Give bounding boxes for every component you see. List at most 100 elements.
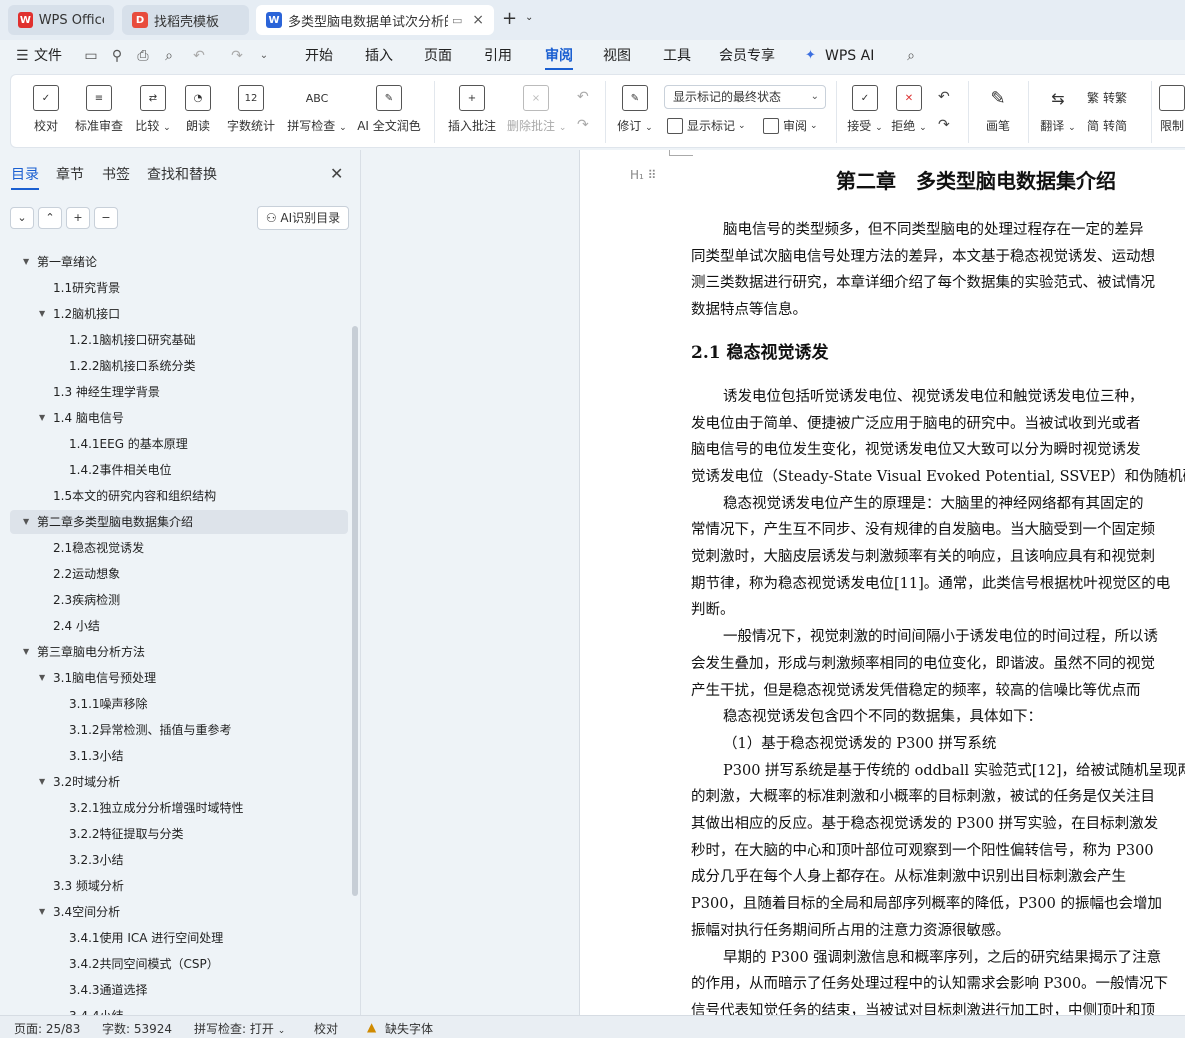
- prev-comment-icon[interactable]: ↶: [577, 89, 589, 105]
- expand-triangle-icon[interactable]: ▼: [39, 302, 45, 326]
- toc-item[interactable]: 3.1.3小结: [69, 744, 124, 768]
- toc-item[interactable]: ▼ 1.4 脑电信号: [39, 406, 124, 430]
- review-pane-button[interactable]: 审阅 ⌄: [763, 117, 818, 134]
- collapse-level-button[interactable]: −: [94, 207, 118, 229]
- toc-item[interactable]: 3.2.1独立成分分析增强时域特性: [69, 796, 244, 820]
- nav-tab-sections[interactable]: 章节: [56, 164, 84, 184]
- reject-button[interactable]: ✕ 拒绝 ⌄: [889, 83, 929, 143]
- toc-item[interactable]: 1.4.2事件相关电位: [69, 458, 172, 482]
- new-tab-icon[interactable]: +: [502, 8, 517, 29]
- link-icon[interactable]: ⚲: [108, 47, 126, 65]
- expand-triangle-icon[interactable]: ▼: [39, 900, 45, 924]
- toc-item[interactable]: 2.2运动想象: [53, 562, 120, 586]
- expand-triangle-icon[interactable]: ▼: [23, 640, 29, 664]
- menu-page[interactable]: 页面: [424, 40, 452, 72]
- menu-review[interactable]: 审阅: [545, 40, 573, 72]
- translate-button[interactable]: ⇆ 翻译 ⌄: [1037, 83, 1079, 143]
- to-traditional-button[interactable]: 繁 转繁: [1087, 89, 1127, 106]
- toc-item[interactable]: ▼ 第一章绪论: [23, 250, 97, 274]
- expand-triangle-icon[interactable]: ▼: [23, 510, 29, 534]
- toc-item[interactable]: 1.1研究背景: [53, 276, 120, 300]
- nav-tab-bookmarks[interactable]: 书签: [102, 164, 130, 184]
- toc-item[interactable]: 1.4.1EEG 的基本原理: [69, 432, 188, 456]
- markup-mode-select[interactable]: 显示标记的最终状态 ⌄: [664, 85, 826, 109]
- expand-level-button[interactable]: +: [66, 207, 90, 229]
- word-count-indicator[interactable]: 字数: 53924: [102, 1020, 172, 1037]
- tab-wps-office[interactable]: W WPS Office: [8, 5, 114, 35]
- menu-tools[interactable]: 工具: [663, 40, 691, 72]
- toc-item[interactable]: 3.1.1噪声移除: [69, 692, 148, 716]
- expand-triangle-icon[interactable]: ▼: [39, 666, 45, 690]
- toc-item[interactable]: ▼ 3.2时域分析: [39, 770, 120, 794]
- toc-item[interactable]: 2.4 小结: [53, 614, 100, 638]
- standard-review-button[interactable]: ≡ 标准审查: [73, 83, 125, 143]
- ai-polish-button[interactable]: ✎ AI 全文润色: [356, 83, 422, 143]
- save-icon[interactable]: ▭: [82, 47, 100, 65]
- toc-item[interactable]: ▼ 第二章多类型脑电数据集介绍: [10, 510, 348, 534]
- close-icon[interactable]: ✕: [330, 164, 343, 183]
- nav-tab-find-replace[interactable]: 查找和替换: [147, 164, 217, 184]
- proofread-status[interactable]: 校对: [314, 1020, 338, 1037]
- menu-view[interactable]: 视图: [603, 40, 631, 72]
- scrollbar-thumb[interactable]: [352, 326, 358, 896]
- next-comment-icon[interactable]: ↷: [577, 117, 589, 133]
- spell-check-button[interactable]: ABC 拼写检查 ⌄: [286, 83, 348, 143]
- collapse-down-button[interactable]: ⌄: [10, 207, 34, 229]
- toc-item[interactable]: ▼ 3.4空间分析: [39, 900, 120, 924]
- print-preview-icon[interactable]: ⌕: [160, 47, 178, 65]
- print-icon[interactable]: ⎙: [134, 47, 152, 65]
- tab-docer-templates[interactable]: D 找稻壳模板: [122, 5, 249, 35]
- heading-drag-icon[interactable]: H₁ ⠿: [630, 168, 656, 182]
- menu-insert[interactable]: 插入: [365, 40, 393, 72]
- compare-button[interactable]: ⇄ 比较 ⌄: [133, 83, 173, 143]
- menu-member[interactable]: 会员专享: [719, 40, 775, 72]
- restrict-button[interactable]: 限制: [1157, 83, 1185, 143]
- collapse-up-button[interactable]: ⌃: [38, 207, 62, 229]
- redo-icon[interactable]: ↷: [228, 47, 246, 65]
- delete-comment-button[interactable]: × 删除批注 ⌄: [507, 83, 566, 143]
- toc-item[interactable]: 3.3 频域分析: [53, 874, 124, 898]
- toc-item[interactable]: 1.2.2脑机接口系统分类: [69, 354, 196, 378]
- next-change-icon[interactable]: ↷: [938, 117, 950, 133]
- close-tab-icon[interactable]: ×: [472, 12, 484, 28]
- toc-item[interactable]: 1.2.1脑机接口研究基础: [69, 328, 196, 352]
- expand-triangle-icon[interactable]: ▼: [23, 250, 29, 274]
- brush-button[interactable]: ✎ 画笔: [980, 83, 1016, 143]
- revise-button[interactable]: ✎ 修订 ⌄: [615, 83, 655, 143]
- read-aloud-button[interactable]: ◔ 朗读: [183, 83, 213, 143]
- missing-font-status[interactable]: 缺失字体: [385, 1020, 433, 1037]
- more-chevron-icon[interactable]: ⌄: [255, 47, 273, 65]
- toc-item[interactable]: 1.5本文的研究内容和组织结构: [53, 484, 216, 508]
- expand-triangle-icon[interactable]: ▼: [39, 406, 45, 430]
- toc-item[interactable]: 3.2.3小结: [69, 848, 124, 872]
- show-markup-button[interactable]: 显示标记 ⌄: [667, 117, 746, 134]
- document-page[interactable]: H₁ ⠿ 第二章 多类型脑电数据集介绍 脑电信号的类型频多，但不同类型脑电的处理…: [579, 150, 1185, 1015]
- proofread-button[interactable]: ✓ 校对: [29, 83, 63, 143]
- page-indicator[interactable]: 页面: 25/83: [14, 1020, 80, 1037]
- expand-triangle-icon[interactable]: ▼: [39, 770, 45, 794]
- ai-toc-button[interactable]: ⚇ AI识别目录: [257, 206, 349, 230]
- toc-item[interactable]: 3.4.1使用 ICA 进行空间处理: [69, 926, 223, 950]
- toc-item[interactable]: 2.3疾病检测: [53, 588, 120, 612]
- menu-references[interactable]: 引用: [484, 40, 512, 72]
- menu-wps-ai[interactable]: WPS AI: [825, 40, 874, 72]
- undo-icon[interactable]: ↶: [190, 47, 208, 65]
- search-icon[interactable]: ⌕: [902, 47, 920, 65]
- accept-button[interactable]: ✓ 接受 ⌄: [845, 83, 885, 143]
- toc-item[interactable]: 1.3 神经生理学背景: [53, 380, 160, 404]
- toc-item[interactable]: 3.1.2异常检测、插值与重参考: [69, 718, 232, 742]
- insert-comment-button[interactable]: + 插入批注: [447, 83, 497, 143]
- nav-tab-toc[interactable]: 目录: [11, 164, 39, 190]
- prev-change-icon[interactable]: ↶: [938, 89, 950, 105]
- chevron-down-icon[interactable]: ⌄: [525, 12, 533, 23]
- toc-item[interactable]: 2.1稳态视觉诱发: [53, 536, 144, 560]
- to-simplified-button[interactable]: 简 转简: [1087, 117, 1127, 134]
- menu-home[interactable]: 开始: [305, 40, 333, 72]
- toc-item[interactable]: 3.2.2特征提取与分类: [69, 822, 184, 846]
- hamburger-icon[interactable]: ☰: [16, 48, 29, 64]
- toc-item[interactable]: 3.4.2共同空间模式（CSP）: [69, 952, 219, 976]
- tab-document[interactable]: W 多类型脑电数据单试次分析的 ▭ ×: [256, 5, 494, 35]
- spell-check-status[interactable]: 拼写检查: 打开 ⌄: [194, 1020, 285, 1037]
- monitor-icon[interactable]: ▭: [452, 14, 462, 27]
- menu-file[interactable]: 文件: [34, 40, 62, 72]
